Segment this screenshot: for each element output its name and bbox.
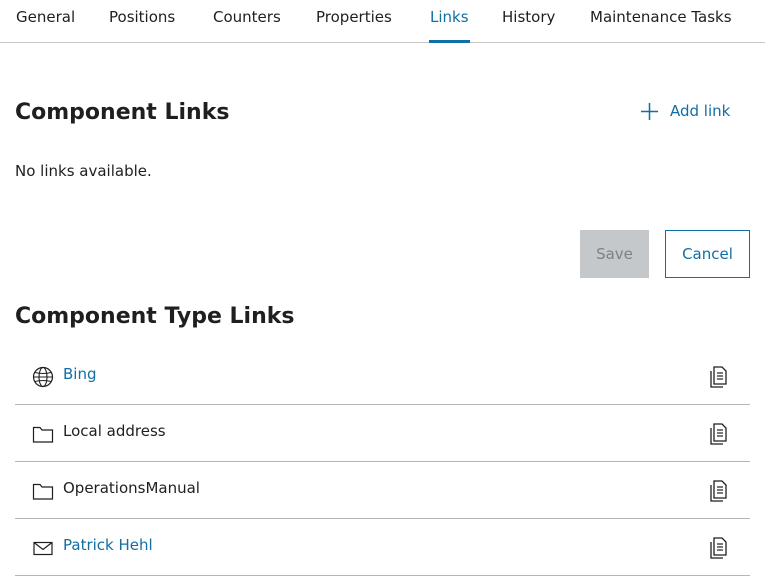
tab-history[interactable]: History bbox=[502, 8, 555, 26]
link-label[interactable]: Bing bbox=[63, 365, 97, 383]
list-item: Local address bbox=[15, 405, 750, 462]
active-tab-indicator bbox=[429, 40, 470, 43]
component-type-links-list: Bing Local address OperationsManual Patr… bbox=[15, 348, 750, 576]
tab-links[interactable]: Links bbox=[430, 8, 469, 26]
document-icon[interactable] bbox=[708, 422, 728, 446]
tab-positions[interactable]: Positions bbox=[109, 8, 175, 26]
plus-icon bbox=[640, 102, 659, 120]
globe-icon bbox=[32, 366, 54, 388]
folder-icon bbox=[32, 426, 54, 443]
folder-icon bbox=[32, 483, 54, 500]
tab-counters[interactable]: Counters bbox=[213, 8, 281, 26]
list-item: Patrick Hehl bbox=[15, 519, 750, 576]
tab-general[interactable]: General bbox=[16, 8, 75, 26]
tab-properties[interactable]: Properties bbox=[316, 8, 392, 26]
component-type-links-heading: Component Type Links bbox=[15, 304, 295, 329]
component-links-heading: Component Links bbox=[15, 100, 230, 125]
document-icon[interactable] bbox=[708, 479, 728, 503]
save-button[interactable]: Save bbox=[580, 230, 649, 278]
link-label: Local address bbox=[63, 422, 166, 440]
link-label[interactable]: Patrick Hehl bbox=[63, 536, 153, 554]
link-label: OperationsManual bbox=[63, 479, 200, 497]
tab-maintenance-tasks[interactable]: Maintenance Tasks bbox=[590, 8, 732, 26]
mail-icon bbox=[33, 541, 53, 556]
empty-state-text: No links available. bbox=[15, 162, 152, 180]
cancel-button[interactable]: Cancel bbox=[665, 230, 750, 278]
add-link-button[interactable]: Add link bbox=[640, 100, 730, 122]
tab-bar: General Positions Counters Properties Li… bbox=[0, 0, 765, 43]
list-item: Bing bbox=[15, 348, 750, 405]
list-item: OperationsManual bbox=[15, 462, 750, 519]
add-link-label: Add link bbox=[670, 102, 731, 120]
document-icon[interactable] bbox=[708, 365, 728, 389]
document-icon[interactable] bbox=[708, 536, 728, 560]
